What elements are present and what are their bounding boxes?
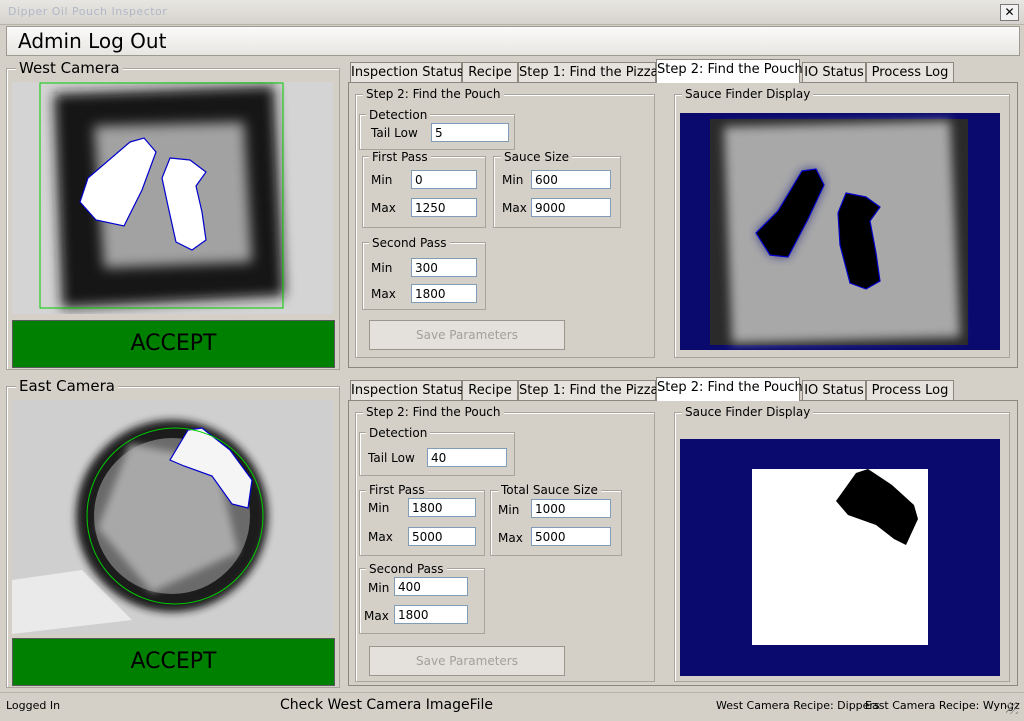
east-tab-find-pizza[interactable]: Step 1: Find the Pizza (518, 380, 659, 401)
east-camera-title: East Camera (16, 377, 118, 395)
west-sauce-min-label: Min (502, 173, 524, 187)
west-tail-low-label: Tail Low (371, 126, 418, 140)
east-second-pass-title: Second Pass (366, 562, 447, 576)
east-first-pass-title: First Pass (366, 483, 428, 497)
west-second-pass-title: Second Pass (369, 236, 450, 250)
east-display-title: Sauce Finder Display (682, 405, 814, 419)
east-recipe-status: East Camera Recipe: Wyngz (865, 699, 1020, 712)
west-tab-inspection-status[interactable]: Inspection Status (350, 62, 464, 83)
west-save-parameters-button[interactable]: Save Parameters (369, 320, 565, 350)
west-second-pass-min-input[interactable]: 300 (411, 258, 477, 277)
west-sauce-min-input[interactable]: 600 (531, 170, 611, 189)
west-camera-image[interactable] (12, 82, 333, 314)
east-sauce-min-input[interactable]: 1000 (531, 499, 611, 518)
east-second-pass-max-label: Max (364, 609, 389, 623)
admin-logout-label: Admin Log Out (18, 29, 167, 53)
west-first-pass-min-input[interactable]: 0 (411, 170, 477, 189)
east-tail-low-label: Tail Low (368, 451, 415, 465)
east-first-pass-max-label: Max (368, 530, 393, 544)
east-second-pass-min-input[interactable]: 400 (394, 577, 468, 596)
east-tail-low-input[interactable]: 40 (427, 448, 507, 467)
west-second-pass-max-label: Max (371, 287, 396, 301)
west-sauce-finder-display (680, 113, 1000, 350)
west-detection-title: Detection (366, 108, 431, 122)
close-button[interactable]: ✕ (1000, 4, 1019, 21)
west-tail-low-input[interactable]: 5 (431, 123, 509, 142)
west-step2-title: Step 2: Find the Pouch (363, 87, 504, 101)
east-tab-recipe[interactable]: Recipe (462, 380, 518, 401)
east-sauce-max-input[interactable]: 5000 (531, 527, 611, 546)
west-result-banner: ACCEPT (12, 320, 335, 368)
resize-grip-icon[interactable] (1006, 702, 1018, 714)
west-sauce-size-title: Sauce Size (501, 150, 573, 164)
east-first-pass-max-input[interactable]: 5000 (408, 527, 476, 546)
status-message: Check West Camera ImageFile (280, 697, 494, 713)
east-sauce-size-title: Total Sauce Size (498, 483, 601, 497)
west-first-pass-title: First Pass (369, 150, 431, 164)
west-sauce-max-input[interactable]: 9000 (531, 198, 611, 217)
west-display-title: Sauce Finder Display (682, 87, 814, 101)
east-save-parameters-button[interactable]: Save Parameters (369, 646, 565, 676)
west-tab-process-log[interactable]: Process Log (866, 62, 954, 83)
east-tab-io-status[interactable]: IO Status (802, 380, 866, 401)
west-tab-recipe[interactable]: Recipe (462, 62, 518, 83)
west-camera-title: West Camera (16, 59, 123, 77)
east-first-pass-min-input[interactable]: 1800 (408, 498, 476, 517)
west-recipe-status: West Camera Recipe: Dippers (716, 699, 880, 712)
east-tab-find-pouch[interactable]: Step 2: Find the Pouch (656, 377, 803, 401)
login-status: Logged In (6, 699, 61, 712)
east-sauce-max-label: Max (498, 531, 523, 545)
west-first-pass-max-input[interactable]: 1250 (411, 198, 477, 217)
east-camera-image[interactable] (12, 400, 333, 634)
window-title: Dipper Oil Pouch Inspector (8, 5, 168, 18)
west-tab-find-pizza[interactable]: Step 1: Find the Pizza (518, 62, 659, 83)
west-second-pass-max-input[interactable]: 1800 (411, 284, 477, 303)
west-first-pass-max-label: Max (371, 201, 396, 215)
east-result-banner: ACCEPT (12, 638, 335, 686)
east-sauce-min-label: Min (498, 503, 520, 517)
east-tab-inspection-status[interactable]: Inspection Status (350, 380, 464, 401)
west-sauce-max-label: Max (502, 201, 527, 215)
east-tab-process-log[interactable]: Process Log (866, 380, 954, 401)
west-second-pass-min-label: Min (371, 261, 393, 275)
east-sauce-finder-display (680, 439, 1000, 676)
west-tab-io-status[interactable]: IO Status (802, 62, 866, 83)
east-step2-title: Step 2: Find the Pouch (363, 405, 504, 419)
east-first-pass-min-label: Min (368, 501, 390, 515)
west-tab-find-pouch[interactable]: Step 2: Find the Pouch (656, 59, 803, 83)
west-first-pass-min-label: Min (371, 173, 393, 187)
east-second-pass-max-input[interactable]: 1800 (394, 605, 468, 624)
east-second-pass-min-label: Min (368, 581, 390, 595)
east-detection-title: Detection (366, 426, 431, 440)
